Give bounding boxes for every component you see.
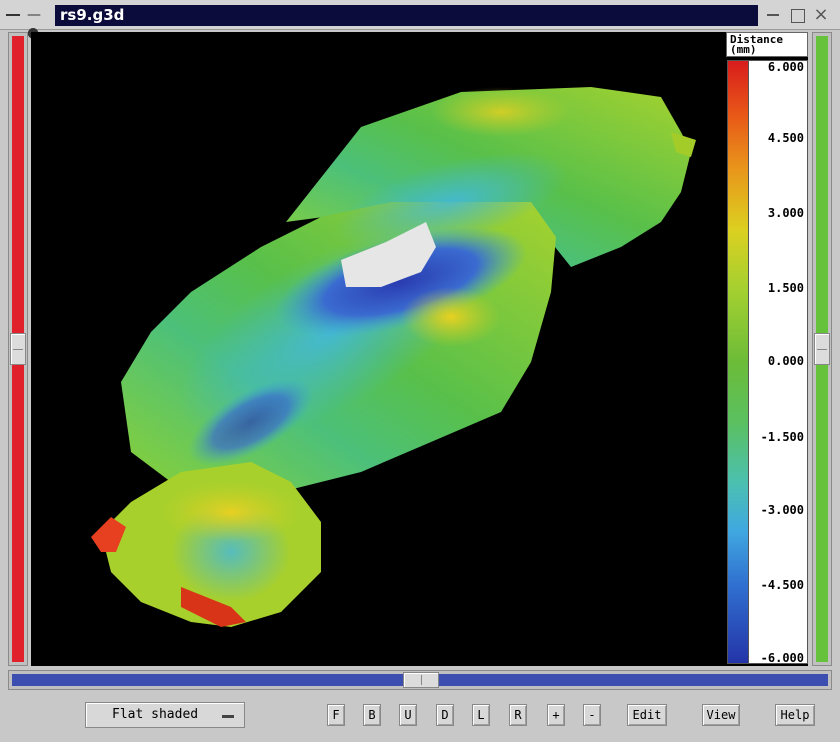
legend-tick: 0.000: [767, 354, 804, 368]
right-slider-thumb[interactable]: [814, 333, 830, 365]
front-view-button[interactable]: F: [327, 704, 345, 726]
legend-title: Distance (mm): [726, 32, 808, 57]
maximize-icon[interactable]: [788, 6, 806, 24]
bottom-toolbar: Flat shaded F B U D L R + - Edit View He…: [0, 692, 840, 742]
help-button[interactable]: Help: [775, 704, 815, 726]
down-view-button[interactable]: D: [436, 704, 454, 726]
dropdown-arrow-icon: [222, 715, 234, 718]
legend-tick: -3.000: [760, 503, 804, 517]
3d-viewport[interactable]: [31, 32, 808, 666]
legend-tick: -4.500: [760, 578, 804, 592]
shading-mode-select[interactable]: Flat shaded: [85, 702, 245, 728]
legend-tick: -6.000: [760, 651, 804, 665]
window-menu-icon[interactable]: [4, 7, 22, 23]
window-title: rs9.g3d: [55, 5, 758, 26]
edit-button[interactable]: Edit: [627, 704, 667, 726]
legend-unit-text: (mm): [730, 43, 757, 56]
title-bar: —● rs9.g3d ×: [0, 0, 840, 41]
color-scale-bar: [727, 60, 749, 664]
left-view-button[interactable]: L: [472, 704, 490, 726]
legend-tick: 3.000: [767, 206, 804, 220]
shading-mode-label: Flat shaded: [112, 707, 199, 722]
close-icon[interactable]: ×: [812, 6, 830, 24]
horizontal-slider-thumb[interactable]: [403, 672, 439, 688]
pin-icon[interactable]: —●: [27, 6, 49, 41]
legend-tick: 1.500: [767, 281, 804, 295]
left-rotation-slider[interactable]: [8, 32, 28, 666]
legend-tick: -1.500: [760, 430, 804, 444]
left-slider-thumb[interactable]: [10, 333, 26, 365]
zoom-out-button[interactable]: -: [583, 704, 601, 726]
up-view-button[interactable]: U: [399, 704, 417, 726]
minimize-icon[interactable]: [764, 6, 782, 24]
back-view-button[interactable]: B: [363, 704, 381, 726]
legend-tick: 4.500: [767, 131, 804, 145]
view-button[interactable]: View: [702, 704, 740, 726]
horizontal-rotation-slider[interactable]: [8, 670, 832, 690]
right-rotation-slider[interactable]: [812, 32, 832, 666]
legend-tick: 6.000: [767, 60, 804, 74]
zoom-in-button[interactable]: +: [547, 704, 565, 726]
legend-tick-panel: 6.000 4.500 3.000 1.500 0.000 -1.500 -3.…: [749, 60, 808, 664]
right-view-button[interactable]: R: [509, 704, 527, 726]
deviation-model[interactable]: [31, 32, 808, 666]
